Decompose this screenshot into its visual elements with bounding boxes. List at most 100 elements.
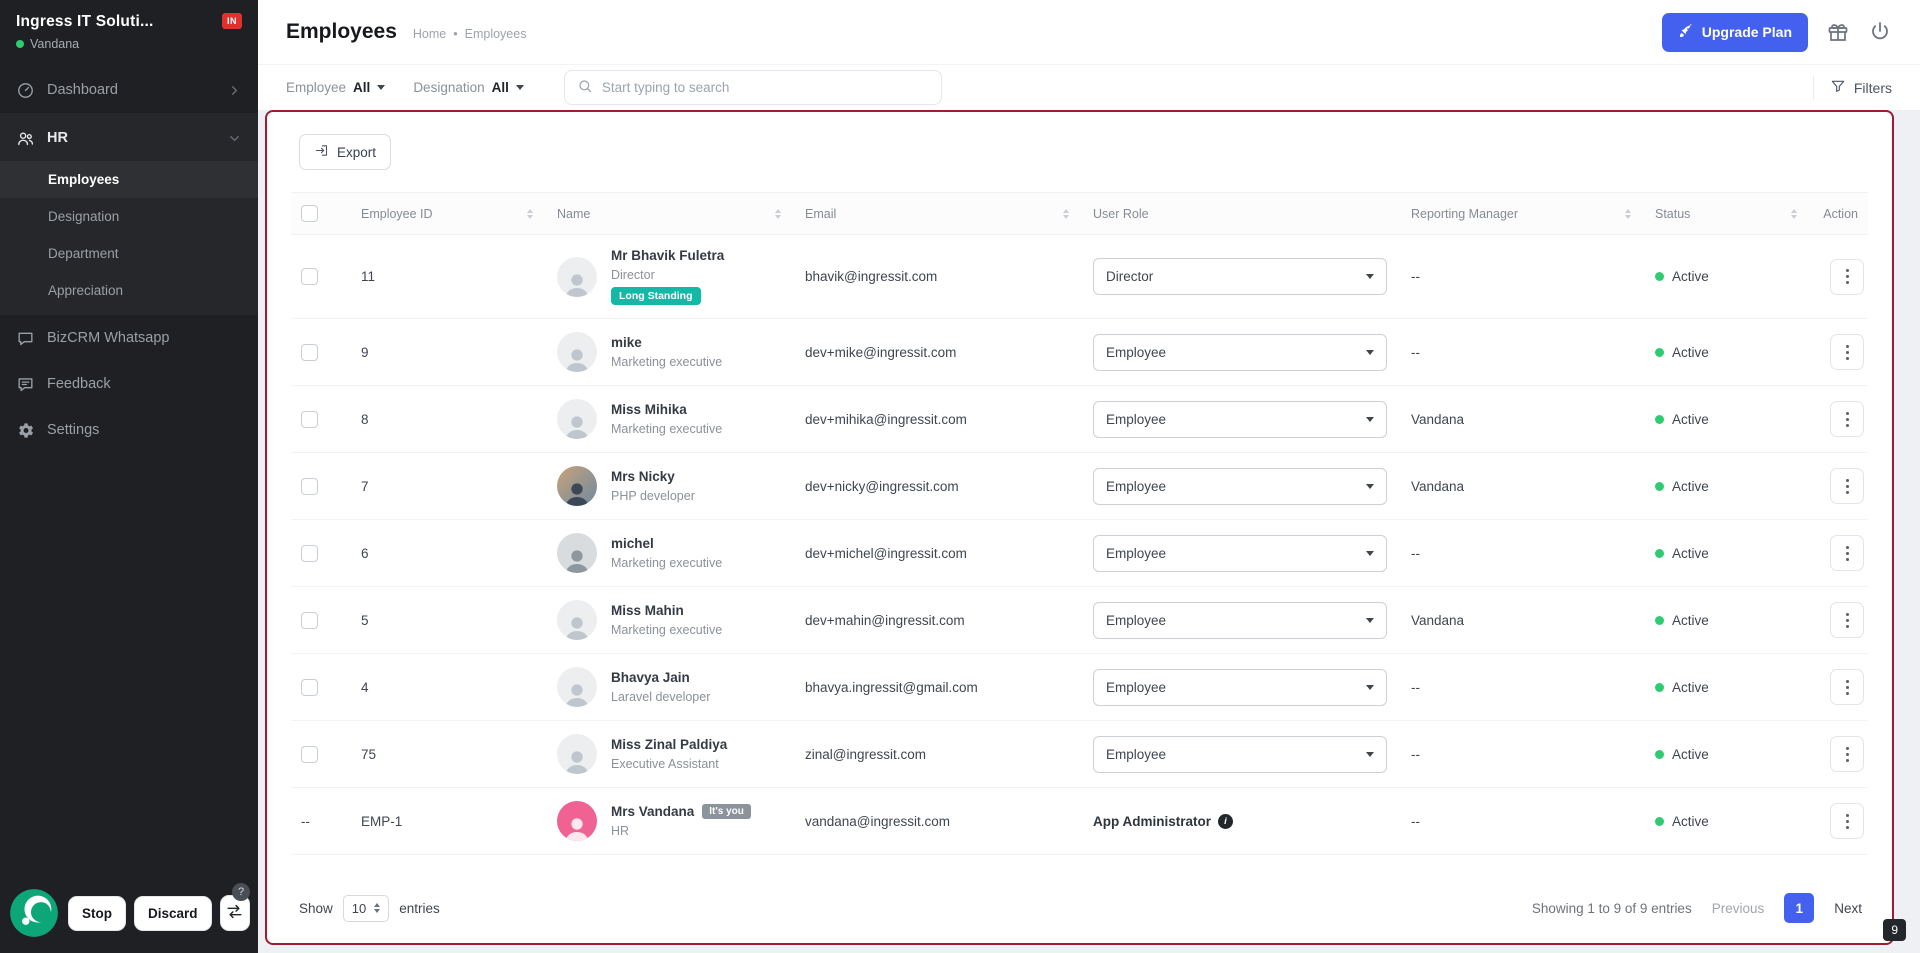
gift-button[interactable] — [1826, 20, 1850, 44]
row-checkbox[interactable] — [301, 678, 318, 696]
row-actions-button[interactable] — [1830, 669, 1864, 705]
avatar — [557, 256, 597, 297]
column-status[interactable]: Status — [1655, 207, 1690, 221]
avatar — [557, 399, 597, 439]
sort-icon[interactable] — [1625, 208, 1631, 219]
row-actions-button[interactable] — [1830, 535, 1864, 571]
sidebar-item-bizcrm-whatsapp[interactable]: BizCRM Whatsapp — [0, 315, 258, 361]
info-icon[interactable] — [1218, 813, 1233, 829]
discard-button[interactable]: Discard — [134, 895, 212, 931]
topbar: Employees Home • Employees Upgrade Plan — [258, 0, 1920, 64]
role-value: Employee — [1106, 746, 1167, 762]
table-row: 5 Miss Mahin Marketing executive dev+mah… — [291, 586, 1868, 654]
reporting-manager: -- — [1411, 746, 1420, 762]
corner-count-badge: 9 — [1883, 919, 1906, 941]
sidebar-item-settings[interactable]: Settings — [0, 407, 258, 453]
status-dot-icon — [1655, 682, 1664, 692]
role-select[interactable]: Employee — [1093, 333, 1387, 371]
employees-panel: Export Employee ID Name Email User Role … — [265, 110, 1894, 945]
status-label: Active — [1672, 411, 1709, 427]
row-actions-button[interactable] — [1830, 803, 1864, 839]
next-page-button[interactable]: Next — [1834, 901, 1862, 916]
role-select[interactable]: Employee — [1093, 400, 1387, 438]
chevron-right-icon — [227, 83, 242, 98]
row-actions-button[interactable] — [1830, 468, 1864, 504]
org-logo-icon: IN — [222, 13, 242, 29]
online-dot-icon — [16, 40, 24, 48]
row-checkbox[interactable] — [301, 477, 318, 495]
column-email[interactable]: Email — [805, 207, 836, 221]
kebab-menu-icon — [1845, 350, 1849, 354]
row-checkbox[interactable] — [301, 343, 318, 361]
sort-icon[interactable] — [775, 208, 781, 219]
row-checkbox[interactable] — [301, 611, 318, 629]
sidebar-item-employees[interactable]: Employees — [0, 161, 258, 198]
designation-filter-dropdown[interactable]: Designation All — [413, 80, 524, 95]
sort-icon[interactable] — [527, 208, 533, 219]
reporting-manager: -- — [1411, 545, 1420, 561]
column-name[interactable]: Name — [557, 207, 590, 221]
breadcrumb-home[interactable]: Home — [413, 27, 446, 41]
row-checkbox[interactable] — [301, 268, 318, 285]
row-checkbox[interactable] — [301, 544, 318, 562]
sidebar-item-dashboard[interactable]: Dashboard — [0, 67, 258, 113]
logout-button[interactable] — [1868, 20, 1892, 44]
pagination-summary: Showing 1 to 9 of 9 entries — [1531, 900, 1692, 916]
help-button[interactable]: ? — [232, 883, 250, 901]
sidebar-item-appreciation[interactable]: Appreciation — [0, 272, 258, 309]
page-1-button[interactable]: 1 — [1784, 893, 1815, 923]
feedback-icon — [16, 375, 35, 394]
upgrade-plan-button[interactable]: Upgrade Plan — [1661, 12, 1808, 52]
role-select[interactable]: Employee — [1093, 668, 1387, 706]
swap-button[interactable] — [219, 895, 250, 931]
avatar — [557, 667, 597, 707]
person-icon — [565, 483, 589, 506]
page-size-select[interactable]: 10 — [342, 894, 390, 922]
column-employee-id[interactable]: Employee ID — [361, 207, 433, 221]
table-row: 7 Mrs Nicky PHP developer dev+nicky@ingr… — [291, 452, 1868, 520]
role-select[interactable]: Employee — [1093, 601, 1387, 639]
employee-name: michel — [611, 536, 654, 551]
role-select[interactable]: Employee — [1093, 735, 1387, 773]
content-area: Export Employee ID Name Email User Role … — [258, 110, 1920, 953]
reporting-manager: -- — [1411, 269, 1420, 284]
show-label: Show — [299, 900, 333, 916]
sidebar-footer: Stop Discard — [0, 875, 258, 953]
pagination: Showing 1 to 9 of 9 entries Previous 1 N… — [1532, 893, 1862, 923]
sort-icon[interactable] — [1063, 208, 1069, 219]
reporting-manager: Vandana — [1411, 411, 1465, 427]
select-all-checkbox[interactable] — [301, 205, 318, 222]
row-actions-button[interactable] — [1830, 258, 1864, 295]
employee-filter-dropdown[interactable]: Employee All — [286, 80, 386, 95]
row-actions-button[interactable] — [1830, 602, 1864, 638]
employee-name: Mrs Vandana — [611, 804, 695, 819]
stop-button[interactable]: Stop — [68, 895, 126, 931]
row-checkbox[interactable] — [301, 745, 318, 763]
role-select[interactable]: Employee — [1093, 467, 1387, 505]
sidebar-item-hr[interactable]: HR — [0, 115, 258, 161]
row-checkbox[interactable] — [301, 410, 318, 428]
role-value: Employee — [1106, 344, 1167, 360]
filters-button[interactable]: Filters — [1830, 78, 1892, 97]
sort-icon[interactable] — [1791, 208, 1797, 219]
search-input[interactable] — [601, 80, 929, 95]
sidebar-item-department[interactable]: Department — [0, 235, 258, 272]
export-button[interactable]: Export — [299, 134, 392, 170]
chevron-down-icon — [1366, 684, 1374, 690]
kebab-menu-icon — [1845, 685, 1849, 689]
sidebar-item-designation[interactable]: Designation — [0, 198, 258, 235]
table-row: 4 Bhavya Jain Laravel developer bhavya.i… — [291, 653, 1868, 721]
row-actions-button[interactable] — [1830, 334, 1864, 370]
main-area: Employees Home • Employees Upgrade Plan — [258, 0, 1920, 953]
kebab-menu-icon — [1845, 484, 1849, 488]
row-actions-button[interactable] — [1830, 401, 1864, 437]
row-actions-button[interactable] — [1830, 736, 1864, 772]
column-reporting-manager[interactable]: Reporting Manager — [1411, 207, 1518, 221]
previous-page-button[interactable]: Previous — [1712, 901, 1765, 916]
sidebar-item-feedback[interactable]: Feedback — [0, 361, 258, 407]
swap-arrows-icon — [225, 902, 244, 924]
employee-name: Mrs Nicky — [611, 469, 675, 484]
role-select[interactable]: Employee — [1093, 534, 1387, 572]
role-select[interactable]: Director — [1093, 258, 1387, 295]
employee-name: Miss Mahin — [611, 603, 684, 618]
